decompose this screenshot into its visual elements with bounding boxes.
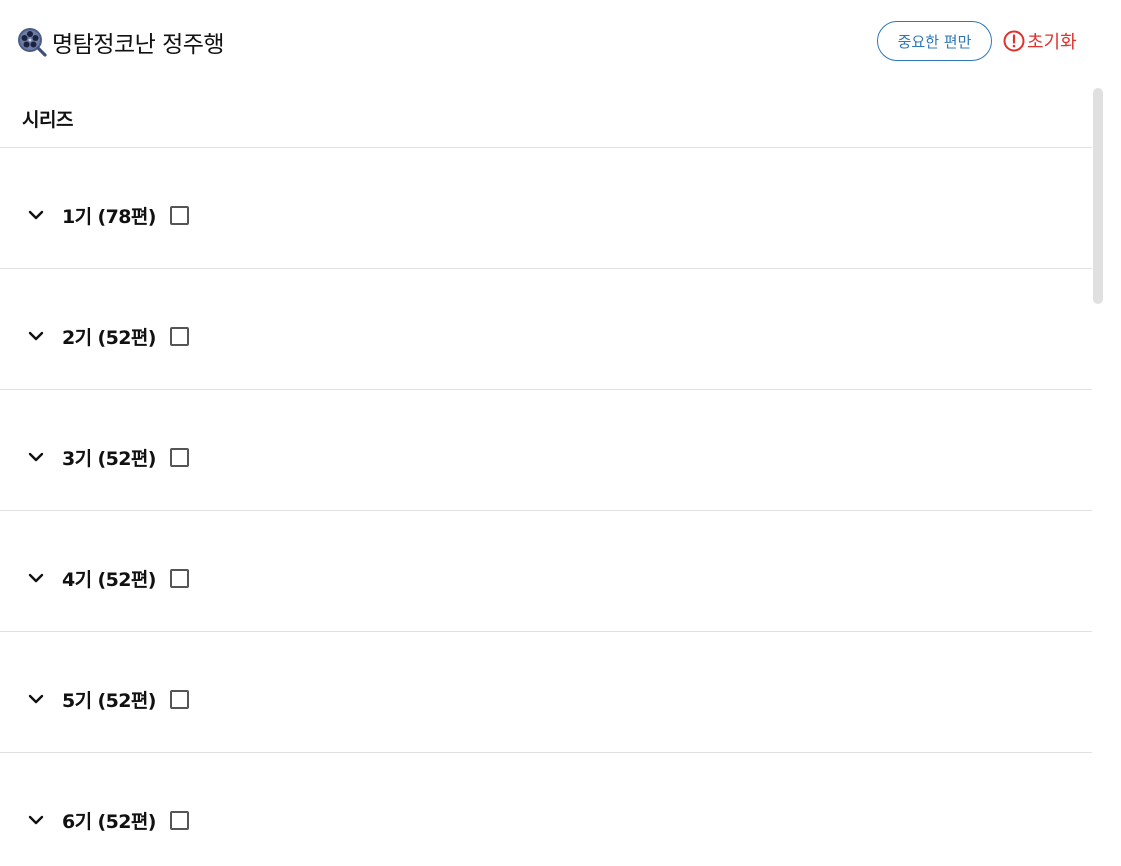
season-row[interactable]: 2기 (52편) bbox=[0, 269, 1092, 390]
season-checkbox[interactable] bbox=[169, 810, 189, 830]
alert-circle-icon bbox=[1003, 30, 1025, 52]
season-checkbox[interactable] bbox=[169, 447, 189, 467]
season-label: 6기 (52편) bbox=[62, 810, 156, 833]
chevron-down-icon[interactable] bbox=[26, 810, 46, 830]
section-title: 시리즈 bbox=[22, 109, 73, 131]
season-row[interactable]: 5기 (52편) bbox=[0, 632, 1092, 753]
season-label: 5기 (52편) bbox=[62, 689, 156, 712]
season-row[interactable]: 3기 (52편) bbox=[0, 390, 1092, 511]
important-episodes-button[interactable]: 중요한 편만 bbox=[877, 21, 992, 61]
chevron-down-icon[interactable] bbox=[26, 568, 46, 588]
season-checkbox[interactable] bbox=[169, 689, 189, 709]
app-header: 명탐정코난 정주행 중요한 편만 초기화 bbox=[0, 0, 1121, 84]
reset-button[interactable]: 초기화 bbox=[1003, 27, 1077, 55]
vertical-scrollbar[interactable] bbox=[1092, 84, 1104, 866]
season-label: 1기 (78편) bbox=[62, 205, 156, 228]
app-title-group: 명탐정코난 정주행 bbox=[17, 24, 225, 60]
chevron-down-icon[interactable] bbox=[26, 447, 46, 467]
app-title: 명탐정코난 정주행 bbox=[52, 32, 225, 58]
chevron-down-icon[interactable] bbox=[26, 689, 46, 709]
reset-label: 초기화 bbox=[1027, 32, 1077, 53]
scrollbar-thumb[interactable] bbox=[1093, 88, 1103, 304]
season-label: 3기 (52편) bbox=[62, 447, 156, 470]
series-panel: 시리즈 1기 (78편) 2기 (52편) 3기 (52편) 4기 (52편) … bbox=[0, 88, 1092, 866]
season-row[interactable]: 1기 (78편) bbox=[0, 148, 1092, 269]
season-label: 2기 (52편) bbox=[62, 326, 156, 349]
season-label: 4기 (52편) bbox=[62, 568, 156, 591]
chevron-down-icon[interactable] bbox=[26, 205, 46, 225]
season-row[interactable]: 4기 (52편) bbox=[0, 511, 1092, 632]
season-row[interactable]: 6기 (52편) bbox=[0, 753, 1092, 866]
season-checkbox[interactable] bbox=[169, 326, 189, 346]
series-section-header: 시리즈 bbox=[0, 88, 1092, 148]
chevron-down-icon[interactable] bbox=[26, 326, 46, 346]
film-reel-magnifier-icon bbox=[18, 28, 47, 57]
season-checkbox[interactable] bbox=[169, 568, 189, 588]
season-checkbox[interactable] bbox=[169, 205, 189, 225]
